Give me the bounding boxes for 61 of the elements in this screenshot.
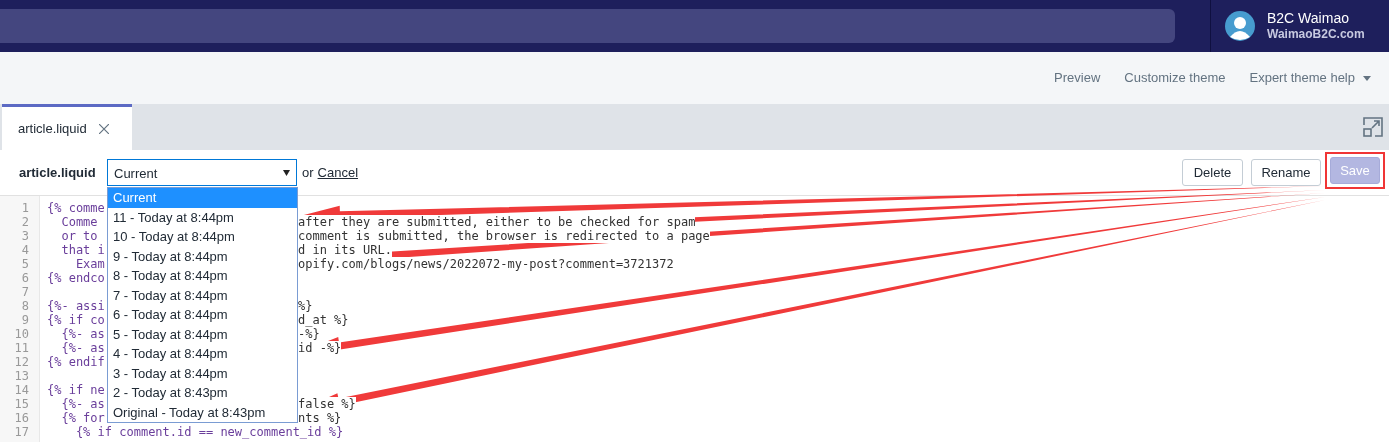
line-number: 8: [21, 299, 29, 313]
line-number: 15: [14, 397, 29, 411]
version-option[interactable]: Original - Today at 8:43pm: [108, 402, 297, 422]
line-number: 7: [21, 285, 29, 299]
version-option[interactable]: 9 - Today at 8:44pm: [108, 246, 297, 266]
code-text: {% comme: [47, 201, 105, 215]
code-text: d_at %}: [298, 313, 349, 327]
version-option[interactable]: 3 - Today at 8:44pm: [108, 363, 297, 383]
cancel-link[interactable]: Cancel: [317, 162, 359, 183]
code-text: {% if co: [47, 313, 105, 327]
version-option[interactable]: 4 - Today at 8:44pm: [108, 344, 297, 364]
expand-icon[interactable]: [1363, 117, 1383, 137]
action-button[interactable]: Rename: [1251, 159, 1321, 186]
code-text: comment is submitted, the browser is redirected to a page: [298, 229, 710, 243]
version-option[interactable]: 2 - Today at 8:43pm: [108, 383, 297, 403]
line-number: 9: [21, 313, 29, 327]
header-link[interactable]: Expert theme help: [1249, 68, 1371, 88]
code-text: {% endco: [47, 271, 105, 285]
code-text: %}: [298, 299, 313, 313]
avatar-icon[interactable]: [1225, 11, 1255, 41]
user-name: B2C Waimao: [1267, 9, 1350, 28]
search-field[interactable]: [0, 9, 1175, 43]
code-text: {%- assi: [47, 299, 105, 313]
code-text: opify.com/blogs/news/2022072-my-post?comment=3721372: [298, 257, 674, 271]
line-number: 11: [14, 341, 29, 355]
line-number: 16: [14, 411, 29, 425]
line-number: 14: [14, 383, 29, 397]
line-number: 13: [14, 369, 29, 383]
version-option[interactable]: 10 - Today at 8:44pm: [108, 227, 297, 247]
version-option[interactable]: 6 - Today at 8:44pm: [108, 305, 297, 325]
shop-domain: WaimaoB2C.com: [1267, 27, 1365, 43]
dropdown-arrow-icon: [283, 169, 290, 176]
close-icon[interactable]: [98, 123, 109, 134]
line-number: 12: [14, 355, 29, 369]
code-text: false %}: [298, 397, 356, 411]
code-text: {% endif: [47, 355, 105, 369]
version-select[interactable]: Current: [107, 159, 297, 186]
version-option[interactable]: 8 - Today at 8:44pm: [108, 266, 297, 286]
version-option[interactable]: 11 - Today at 8:44pm: [108, 207, 297, 227]
version-option[interactable]: 5 - Today at 8:44pm: [108, 324, 297, 344]
action-button[interactable]: Delete: [1182, 159, 1243, 186]
line-number: 5: [21, 257, 29, 271]
code-text: -%}: [298, 327, 320, 341]
line-number: 2: [21, 215, 29, 229]
line-number: 4: [21, 243, 29, 257]
or-text: or: [302, 163, 314, 182]
version-option[interactable]: 7 - Today at 8:44pm: [108, 285, 297, 305]
code-text: after they are submitted, either to be checked for spam: [298, 215, 696, 229]
line-number: 1: [21, 201, 29, 215]
line-number: 10: [14, 327, 29, 341]
file-tab[interactable]: article.liquid: [2, 104, 132, 150]
code-text: nts %}: [298, 411, 342, 425]
line-number: 17: [14, 425, 29, 439]
code-text: {% if ne: [47, 383, 105, 397]
header-link[interactable]: Customize theme: [1124, 68, 1226, 88]
file-name: article.liquid: [19, 163, 97, 182]
code-text: d in its URL.: [298, 243, 392, 257]
code-text: id -%}: [298, 341, 342, 355]
header-link[interactable]: Preview: [1054, 68, 1101, 88]
line-number: 3: [21, 229, 29, 243]
line-number: 6: [21, 271, 29, 285]
